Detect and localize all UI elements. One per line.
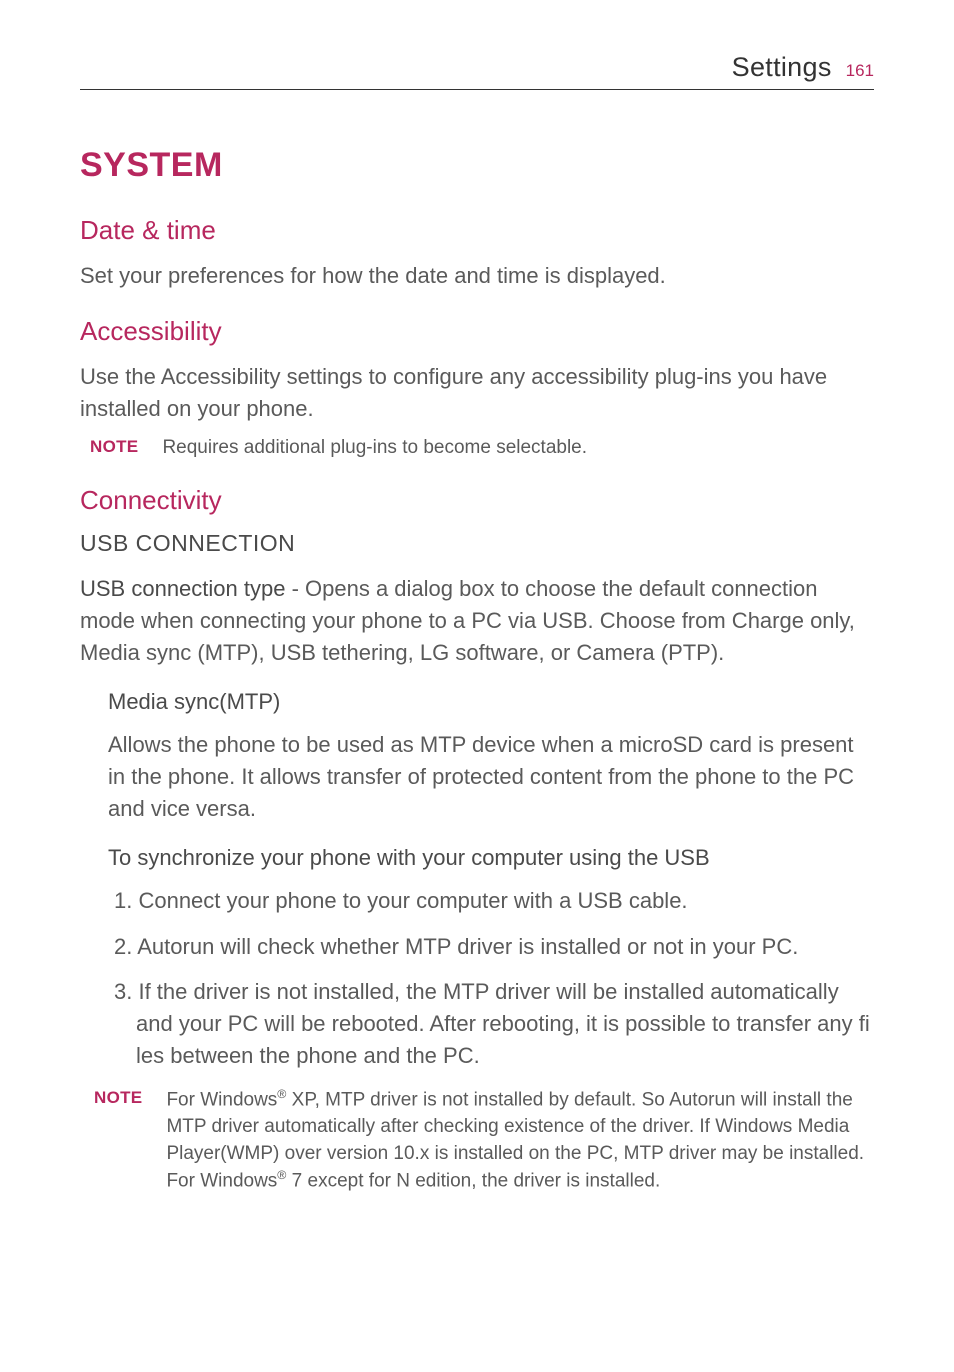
note-text: For Windows® XP, MTP driver is not insta… bbox=[166, 1086, 874, 1195]
note-mtp-driver: NOTE For Windows® XP, MTP driver is not … bbox=[80, 1086, 874, 1195]
note-accessibility: NOTE Requires additional plug-ins to bec… bbox=[80, 435, 874, 462]
page-number: 161 bbox=[846, 61, 874, 81]
page-header: Settings 161 bbox=[80, 52, 874, 90]
step-3: 3. If the driver is not installed, the M… bbox=[108, 976, 874, 1072]
heading-connectivity: Connectivity bbox=[80, 485, 874, 516]
step-1: 1. Connect your phone to your computer w… bbox=[108, 885, 874, 917]
header-title: Settings bbox=[732, 52, 832, 83]
heading-accessibility: Accessibility bbox=[80, 316, 874, 347]
step-2: 2. Autorun will check whether MTP driver… bbox=[108, 931, 874, 963]
body-usb-connection-type: USB connection type - Opens a dialog box… bbox=[80, 573, 874, 669]
heading-media-sync: Media sync(MTP) bbox=[108, 689, 874, 715]
subheading-usb-connection: USB CONNECTION bbox=[80, 530, 874, 557]
note-text: Requires additional plug-ins to become s… bbox=[162, 435, 587, 462]
heading-date-time: Date & time bbox=[80, 215, 874, 246]
note-label: NOTE bbox=[94, 1086, 142, 1195]
note-label: NOTE bbox=[90, 435, 138, 462]
body-accessibility: Use the Accessibility settings to config… bbox=[80, 361, 874, 425]
body-date-time: Set your preferences for how the date an… bbox=[80, 260, 874, 292]
usb-type-lead: USB connection type bbox=[80, 576, 285, 601]
section-title-system: SYSTEM bbox=[80, 146, 874, 185]
heading-sync-steps: To synchronize your phone with your comp… bbox=[108, 845, 874, 871]
body-media-sync: Allows the phone to be used as MTP devic… bbox=[108, 729, 874, 825]
